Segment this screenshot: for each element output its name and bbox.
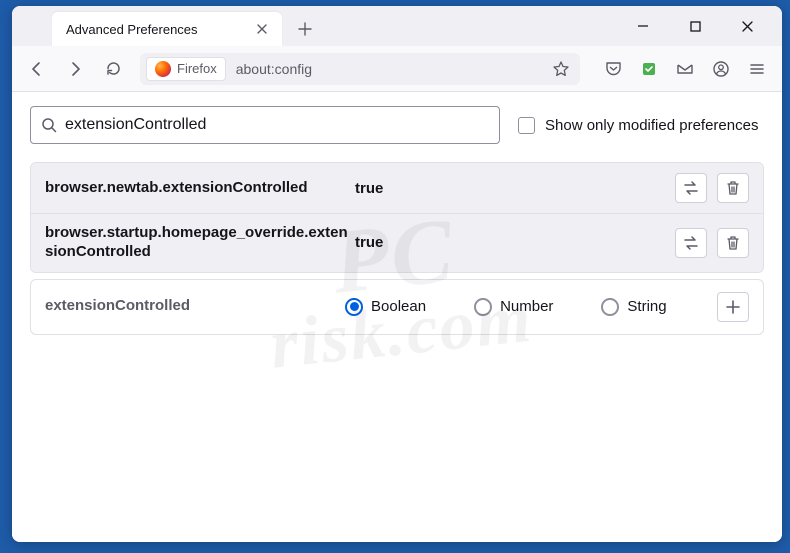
tab-active[interactable]: Advanced Preferences: [52, 12, 282, 46]
maximize-button[interactable]: [678, 12, 712, 40]
close-window-button[interactable]: [730, 12, 764, 40]
close-tab-icon[interactable]: [252, 19, 272, 39]
radio-label: Number: [500, 298, 553, 315]
new-pref-name: extensionControlled: [45, 297, 345, 316]
extension-icon[interactable]: [632, 53, 666, 85]
toggle-button[interactable]: [675, 228, 707, 258]
pref-row[interactable]: browser.newtab.extensionControlled true: [31, 163, 763, 213]
firefox-logo-icon: [155, 61, 171, 77]
delete-button[interactable]: [717, 173, 749, 203]
radio-icon[interactable]: [345, 298, 363, 316]
bookmark-star-icon[interactable]: [548, 60, 574, 78]
tab-bar: Advanced Preferences: [12, 6, 782, 46]
search-box[interactable]: [30, 106, 500, 144]
forward-button[interactable]: [58, 53, 92, 85]
browser-window: Advanced Preferences: [12, 6, 782, 542]
menu-icon[interactable]: [740, 53, 774, 85]
radio-boolean[interactable]: Boolean: [345, 298, 426, 316]
identity-box[interactable]: Firefox: [146, 57, 226, 81]
pocket-icon[interactable]: [596, 53, 630, 85]
radio-label: Boolean: [371, 298, 426, 315]
back-button[interactable]: [20, 53, 54, 85]
url-text[interactable]: about:config: [226, 61, 548, 77]
checkbox-label: Show only modified preferences: [545, 117, 758, 134]
identity-label: Firefox: [177, 61, 217, 76]
add-pref-button[interactable]: [717, 292, 749, 322]
reload-button[interactable]: [96, 53, 130, 85]
modified-only-checkbox[interactable]: Show only modified preferences: [518, 117, 758, 134]
url-bar[interactable]: Firefox about:config: [140, 53, 580, 85]
new-tab-button[interactable]: [290, 14, 320, 44]
type-radio-group: Boolean Number String: [345, 298, 717, 316]
search-icon: [41, 117, 57, 133]
radio-label: String: [627, 298, 666, 315]
tab-title: Advanced Preferences: [66, 22, 252, 37]
pref-name: browser.newtab.extensionControlled: [45, 179, 355, 198]
search-input[interactable]: [65, 116, 489, 134]
radio-number[interactable]: Number: [474, 298, 553, 316]
nav-toolbar: Firefox about:config: [12, 46, 782, 92]
window-controls: [626, 12, 774, 46]
pref-value: true: [355, 180, 675, 197]
new-pref-row: extensionControlled Boolean Number Strin…: [30, 279, 764, 335]
account-icon[interactable]: [704, 53, 738, 85]
about-config-content: Show only modified preferences browser.n…: [12, 92, 782, 542]
mail-icon[interactable]: [668, 53, 702, 85]
pref-row[interactable]: browser.startup.homepage_override.extens…: [31, 213, 763, 272]
radio-icon[interactable]: [474, 298, 492, 316]
pref-name: browser.startup.homepage_override.extens…: [45, 224, 355, 262]
toggle-button[interactable]: [675, 173, 707, 203]
checkbox-icon[interactable]: [518, 117, 535, 134]
radio-string[interactable]: String: [601, 298, 666, 316]
minimize-button[interactable]: [626, 12, 660, 40]
prefs-table: browser.newtab.extensionControlled true …: [30, 162, 764, 273]
pref-value: true: [355, 234, 675, 251]
radio-icon[interactable]: [601, 298, 619, 316]
delete-button[interactable]: [717, 228, 749, 258]
